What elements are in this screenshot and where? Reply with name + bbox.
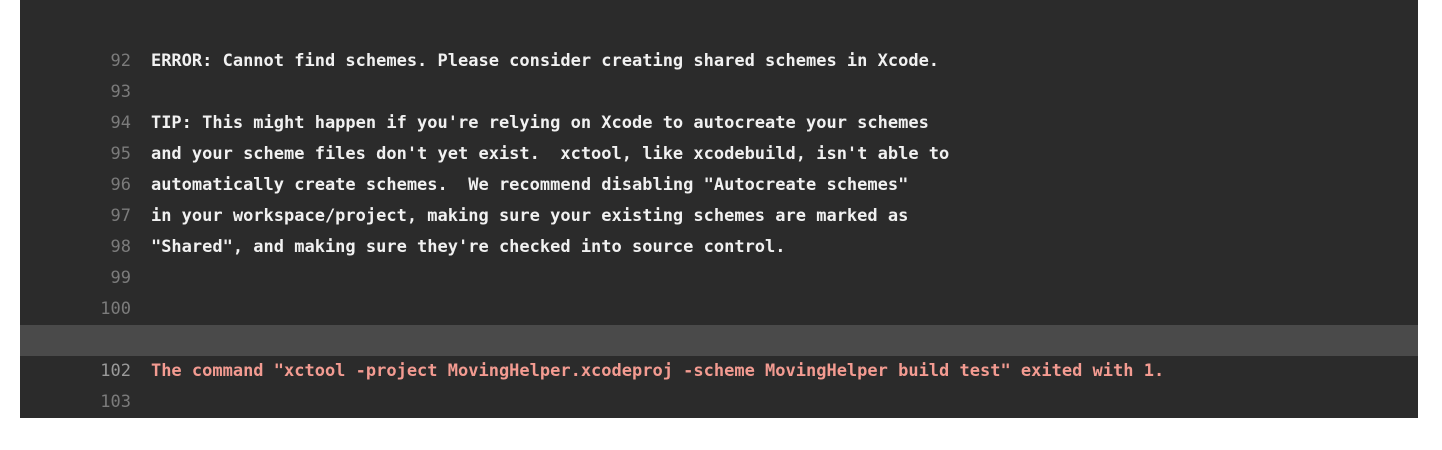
log-line-99[interactable]: 99: [20, 232, 1418, 288]
log-line-94[interactable]: 94 TIP: This might happen if you're relyi…: [20, 77, 1418, 133]
log-line-97[interactable]: 97 in your workspace/project, making sure…: [20, 170, 1418, 226]
log-line-92[interactable]: 92 ERROR: Cannot find schemes. Please con…: [20, 15, 1418, 71]
log-line-101[interactable]: 101: [20, 294, 1418, 350]
log-line-102-error[interactable]: 102 The command "xctool -project MovingHe…: [20, 325, 1418, 381]
log-line-93[interactable]: 93: [20, 46, 1418, 102]
log-line-partial: [20, 0, 1418, 15]
log-line-95[interactable]: 95 and your scheme files don't yet exist.…: [20, 108, 1418, 164]
build-log-panel: 92 ERROR: Cannot find schemes. Please con…: [20, 0, 1418, 418]
log-line-98[interactable]: 98 "Shared", and making sure they're chec…: [20, 201, 1418, 257]
log-line-96[interactable]: 96 automatically create schemes. We recom…: [20, 139, 1418, 195]
line-number[interactable]: 103: [61, 387, 151, 418]
log-line-103[interactable]: 103: [20, 356, 1418, 412]
log-line-100[interactable]: 100: [20, 263, 1418, 319]
